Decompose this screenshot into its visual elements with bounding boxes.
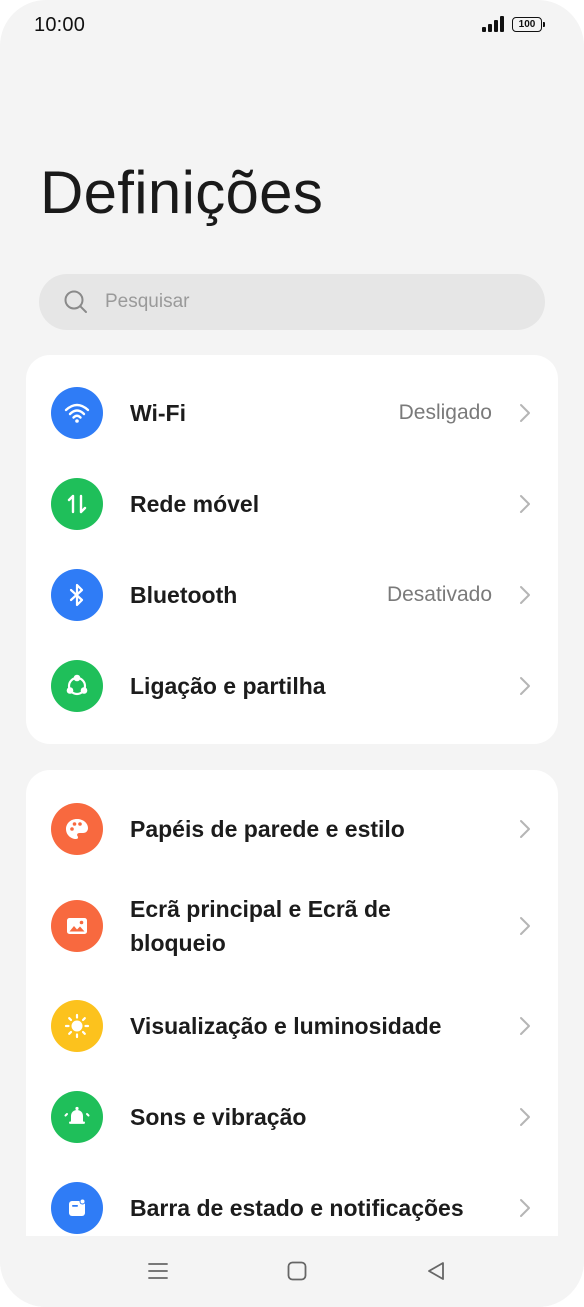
notification-icon bbox=[51, 1182, 103, 1234]
settings-item-bluetooth[interactable]: Bluetooth Desativado bbox=[26, 569, 558, 621]
image-icon bbox=[51, 900, 103, 952]
chevron-right-icon bbox=[520, 917, 530, 935]
chevron-right-icon bbox=[520, 586, 530, 604]
settings-screen: 10:00 100 Definições Pesquisar Wi-Fi Des… bbox=[0, 0, 584, 1307]
chevron-right-icon bbox=[520, 1108, 530, 1126]
search-placeholder: Pesquisar bbox=[105, 291, 190, 312]
wifi-icon bbox=[51, 387, 103, 439]
mobile-data-icon bbox=[51, 478, 103, 530]
chevron-right-icon bbox=[520, 677, 530, 695]
settings-item-value: Desligado bbox=[398, 401, 492, 424]
page-title: Definições bbox=[40, 159, 324, 226]
bluetooth-icon bbox=[51, 569, 103, 621]
search-icon bbox=[63, 289, 89, 315]
battery-level: 100 bbox=[518, 18, 536, 30]
home-icon[interactable] bbox=[282, 1256, 312, 1286]
settings-item-mobile-network[interactable]: Rede móvel bbox=[26, 478, 558, 530]
settings-item-wifi[interactable]: Wi-Fi Desligado bbox=[26, 387, 558, 439]
personalization-group: Papéis de parede e estilo Ecrã principal… bbox=[26, 770, 558, 1290]
menu-icon[interactable] bbox=[143, 1256, 173, 1286]
chevron-right-icon bbox=[520, 495, 530, 513]
signal-icon bbox=[482, 16, 504, 32]
settings-item-label: Barra de estado e notificações bbox=[130, 1195, 464, 1221]
palette-icon bbox=[51, 803, 103, 855]
settings-item-home-lock-screen[interactable]: Ecrã principal e Ecrã de bloqueio bbox=[26, 896, 558, 956]
settings-item-connection-sharing[interactable]: Ligação e partilha bbox=[26, 660, 558, 712]
settings-item-label: Visualização e luminosidade bbox=[130, 1013, 442, 1039]
chevron-right-icon bbox=[520, 1199, 530, 1217]
share-icon bbox=[51, 660, 103, 712]
chevron-right-icon bbox=[520, 404, 530, 422]
status-icons: 100 bbox=[482, 16, 545, 32]
chevron-right-icon bbox=[520, 820, 530, 838]
settings-item-label: Papéis de parede e estilo bbox=[130, 816, 405, 842]
search-input[interactable]: Pesquisar bbox=[39, 274, 545, 330]
navigation-bar bbox=[0, 1236, 584, 1307]
settings-item-display-brightness[interactable]: Visualização e luminosidade bbox=[26, 1000, 558, 1052]
settings-item-label: Sons e vibração bbox=[130, 1104, 307, 1130]
settings-item-sounds-vibration[interactable]: Sons e vibração bbox=[26, 1091, 558, 1143]
status-time: 10:00 bbox=[34, 14, 86, 36]
brightness-icon bbox=[51, 1000, 103, 1052]
settings-item-label: Ligação e partilha bbox=[130, 673, 326, 699]
settings-item-wallpapers[interactable]: Papéis de parede e estilo bbox=[26, 803, 558, 855]
settings-item-label: Rede móvel bbox=[130, 491, 260, 517]
chevron-right-icon bbox=[520, 1017, 530, 1035]
connectivity-group: Wi-Fi Desligado Rede móvel Bluetooth Des… bbox=[26, 355, 558, 744]
battery-icon: 100 bbox=[512, 16, 545, 32]
bell-icon bbox=[51, 1091, 103, 1143]
settings-item-label: Ecrã principal e Ecrã de bloqueio bbox=[130, 896, 391, 956]
settings-item-status-bar-notifications[interactable]: Barra de estado e notificações bbox=[26, 1182, 558, 1234]
back-icon[interactable] bbox=[421, 1256, 451, 1286]
settings-item-value: Desativado bbox=[386, 583, 492, 606]
